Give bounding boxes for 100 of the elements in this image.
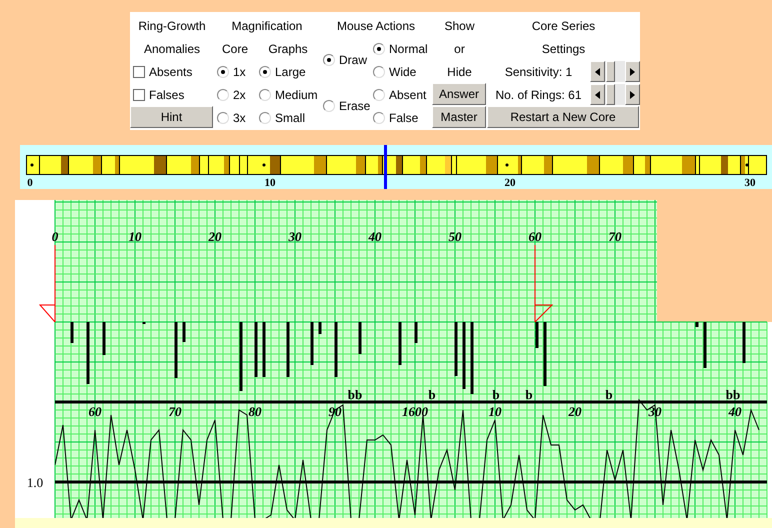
skeleton-bar [704, 322, 706, 368]
radio-label[interactable]: 1x [233, 64, 246, 78]
left-triangle-icon [595, 90, 600, 98]
column-heading: or [453, 40, 466, 58]
skeleton-bar [86, 322, 90, 384]
skeleton-bar [318, 322, 322, 334]
radio-button[interactable] [373, 112, 385, 124]
year-label: 60 [528, 229, 542, 244]
year-label: 0 [27, 177, 33, 189]
range-marker[interactable] [38, 244, 56, 322]
year-label: 50 [448, 229, 462, 244]
column-heading: Magnification [230, 18, 304, 34]
skeleton-bar [174, 322, 178, 378]
skeleton-bar [358, 322, 362, 354]
column-heading: Anomalies [142, 40, 202, 58]
checkbox[interactable] [133, 88, 145, 100]
scroll-left-button[interactable] [590, 61, 605, 82]
checkbox[interactable] [133, 66, 145, 78]
hint-button[interactable]: Hint [130, 106, 213, 128]
slider-label: No. of Rings: 61 [494, 86, 583, 104]
scrollbar[interactable] [590, 61, 640, 82]
show-button[interactable]: Answer [432, 83, 486, 105]
range-marker[interactable] [534, 244, 554, 322]
radio-label[interactable]: Draw [339, 53, 368, 67]
radio-label[interactable]: 2x [233, 88, 246, 102]
column-heading: Show [443, 18, 476, 34]
radio-button[interactable] [259, 88, 271, 100]
radio-label[interactable]: Erase [339, 99, 370, 113]
year-label: 40 [728, 404, 742, 419]
year-label: 70 [168, 404, 182, 419]
scroll-right-button[interactable] [625, 84, 640, 105]
column-heading: Core Series [530, 18, 596, 34]
right-triangle-icon [630, 90, 635, 98]
scrollbar[interactable] [590, 84, 640, 105]
radio-button[interactable] [373, 88, 385, 100]
radio-label[interactable]: Medium [275, 88, 318, 102]
skeleton-bar [742, 322, 746, 363]
skeleton-bar [286, 322, 290, 377]
show-button[interactable]: Master [432, 106, 486, 128]
skeleton-bar [536, 322, 538, 348]
skeleton-bar [696, 322, 698, 327]
year-label: 10 [128, 229, 142, 244]
scrollbar-thumb[interactable] [606, 61, 615, 82]
column-heading: Ring-Growth [137, 18, 207, 34]
year-label: 20 [208, 229, 222, 244]
skeleton-bar [334, 322, 338, 377]
radio-label[interactable]: Normal [389, 42, 428, 56]
skeleton-bar [182, 322, 186, 342]
marker-label: bb [348, 387, 362, 402]
skeleton-bar [544, 322, 546, 386]
year-label: 10 [488, 404, 502, 419]
radio-label[interactable]: Small [275, 110, 306, 124]
skeleton-bar [70, 322, 74, 343]
year-label: 30 [288, 229, 302, 244]
radio-button[interactable] [373, 42, 385, 54]
radio-button[interactable] [323, 100, 335, 112]
right-triangle-icon [630, 68, 635, 76]
skeleton-bar [240, 322, 242, 391]
marker-label: b [605, 387, 613, 402]
radio-button[interactable] [259, 112, 271, 124]
scroll-left-button[interactable] [590, 84, 605, 105]
year-label: 20 [568, 404, 582, 419]
radio-button[interactable] [217, 66, 229, 78]
radio-button[interactable] [217, 88, 229, 100]
year-label: 40 [368, 229, 382, 244]
scroll-right-button[interactable] [625, 61, 640, 82]
radio-button[interactable] [323, 54, 335, 66]
radio-label[interactable]: Wide [389, 64, 416, 78]
marker-label: b [492, 387, 500, 402]
checkbox-label[interactable]: Falses [149, 88, 184, 102]
scrollbar-thumb[interactable] [606, 84, 615, 105]
slider-label: Sensitivity: 1 [504, 64, 574, 80]
radio-label[interactable]: Absent [389, 88, 426, 102]
year-label: 10 [264, 177, 276, 189]
y-axis-label: 1.0 [26, 475, 44, 490]
year-label: 60 [88, 404, 102, 419]
skeleton-bar [462, 322, 466, 389]
skeleton-bar [254, 322, 258, 377]
column-heading: Settings [540, 40, 586, 58]
column-heading: Graphs [267, 40, 309, 58]
year-label: 70 [608, 229, 622, 244]
marker-label: b [428, 387, 436, 402]
radio-label[interactable]: 3x [233, 110, 246, 124]
radio-button[interactable] [373, 66, 385, 78]
column-heading: Hide [446, 64, 473, 80]
skeleton-bar [470, 322, 474, 394]
radio-label[interactable]: False [389, 110, 418, 124]
column-heading: Core [220, 40, 249, 58]
radio-button[interactable] [217, 112, 229, 124]
radio-button[interactable] [259, 66, 271, 78]
skeleton-bar [454, 322, 458, 376]
checkbox-label[interactable]: Absents [149, 64, 192, 78]
restart-button[interactable]: Restart a New Core [487, 106, 639, 128]
year-label: 1600 [402, 404, 428, 419]
column-heading: Mouse Actions [336, 18, 416, 34]
marker-label: b [525, 387, 533, 402]
year-label: 20 [504, 177, 516, 189]
skeleton-bar [310, 322, 314, 365]
skeleton-bar [414, 322, 418, 343]
radio-label[interactable]: Large [275, 64, 306, 78]
